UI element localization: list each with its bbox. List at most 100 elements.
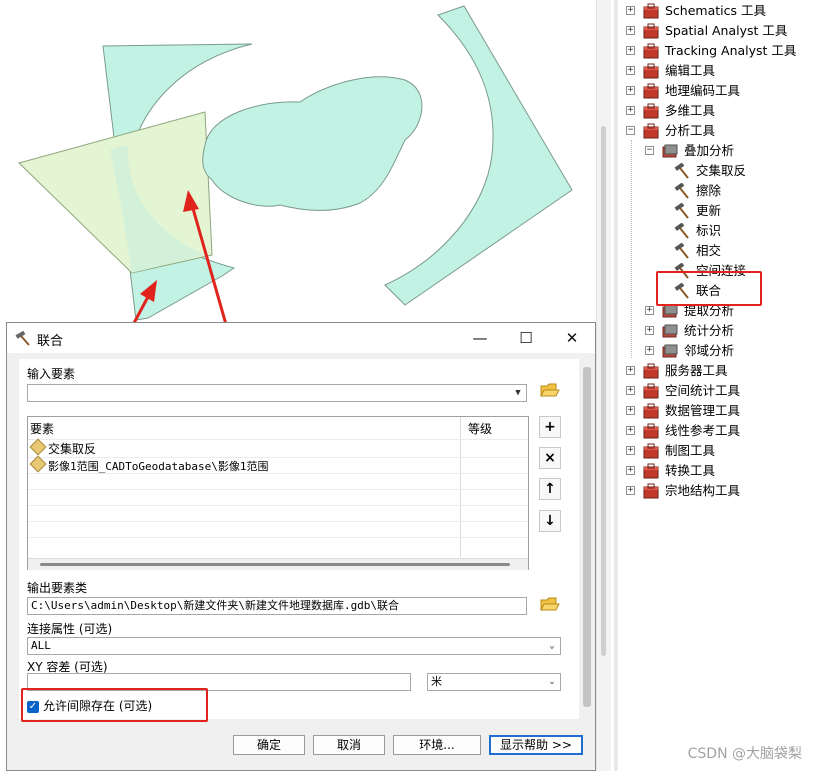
toolbox-toolset-item[interactable]: + 统计分析 — [620, 321, 814, 341]
remove-row-button[interactable]: × — [539, 447, 561, 469]
tree-item-label: 地理编码工具 — [665, 83, 741, 98]
tree-item-label: 多维工具 — [665, 103, 716, 118]
toolbox-item[interactable]: + 宗地结构工具 — [620, 481, 814, 501]
expand-icon[interactable]: + — [626, 446, 635, 455]
collapse-icon[interactable]: − — [626, 126, 635, 135]
expand-icon[interactable]: + — [626, 66, 635, 75]
expand-icon[interactable]: + — [626, 86, 635, 95]
input-features-label: 输入要素 — [27, 367, 76, 381]
collapse-icon[interactable]: − — [645, 146, 654, 155]
tree-item-label: 更新 — [696, 203, 722, 218]
toolbox-item[interactable]: + 多维工具 — [620, 101, 814, 121]
toolbox-tool-item[interactable]: 交集取反 — [620, 161, 814, 181]
join-attributes-select[interactable]: ALL ⌄ — [27, 637, 561, 655]
toolbox-toolset-item[interactable]: − 叠加分析 — [620, 141, 814, 161]
watermark: CSDN @大脑袋梨 — [687, 746, 802, 762]
table-row[interactable]: 交集取反 — [29, 438, 97, 457]
expand-icon[interactable]: + — [645, 326, 654, 335]
tree-item-label: 线性参考工具 — [665, 423, 741, 438]
toolbox-item[interactable]: + 服务器工具 — [620, 361, 814, 381]
tree-item-label: 擦除 — [696, 183, 722, 198]
input-features-combo[interactable]: ▼ — [27, 384, 527, 402]
toolbox-tool-item[interactable]: 相交 — [620, 241, 814, 261]
column-header-rank[interactable]: 等级 — [468, 420, 492, 437]
toolbox-item[interactable]: + 转换工具 — [620, 461, 814, 481]
pane-divider[interactable] — [614, 0, 618, 771]
toolbox-toolset-item[interactable]: + 邻域分析 — [620, 341, 814, 361]
toolbox-item[interactable]: + 编辑工具 — [620, 61, 814, 81]
tree-item-label: 分析工具 — [665, 123, 716, 138]
expand-icon[interactable]: + — [626, 406, 635, 415]
table-row[interactable]: 影像1范围_CADToGeodatabase\影像1范围 — [29, 455, 269, 474]
row-feature-name: 影像1范围_CADToGeodatabase\影像1范围 — [48, 460, 269, 473]
expand-icon[interactable]: + — [626, 6, 635, 15]
chevron-down-icon[interactable]: ⌄ — [544, 674, 560, 690]
dialog-vertical-scrollbar[interactable] — [581, 359, 593, 719]
output-field[interactable]: C:\Users\admin\Desktop\新建文件夹\新建文件地理数据库.g… — [27, 597, 527, 615]
column-divider — [460, 417, 461, 557]
tree-item-label: 制图工具 — [665, 443, 716, 458]
toolbox-icon — [643, 403, 659, 419]
toolbox-item[interactable]: + 制图工具 — [620, 441, 814, 461]
dialog-titlebar[interactable]: 联合 — ☐ ✕ — [7, 323, 595, 353]
toolset-icon — [662, 344, 678, 358]
expand-icon[interactable]: + — [626, 486, 635, 495]
dialog-content: 输入要素 ▼ 要素 等级 交集取反 影像1范围_CADToGeodatabase… — [19, 359, 579, 719]
table-horizontal-scrollbar[interactable] — [28, 558, 528, 570]
toolbox-item[interactable]: + Spatial Analyst 工具 — [620, 21, 814, 41]
chevron-down-icon[interactable]: ⌄ — [544, 638, 560, 654]
grid-line — [28, 489, 528, 490]
add-row-button[interactable]: + — [539, 416, 561, 438]
expand-icon[interactable]: + — [626, 426, 635, 435]
toolbox-tool-item[interactable]: 擦除 — [620, 181, 814, 201]
tree-item-label: 空间统计工具 — [665, 383, 741, 398]
move-down-button[interactable]: ↓ — [539, 510, 561, 532]
toolbox-item[interactable]: + 空间统计工具 — [620, 381, 814, 401]
toolbox-icon — [643, 463, 659, 479]
toolbox-item[interactable]: + Schematics 工具 — [620, 1, 814, 21]
map-vertical-scrollbar[interactable] — [596, 0, 611, 771]
expand-icon[interactable]: + — [626, 26, 635, 35]
expand-icon[interactable]: + — [645, 346, 654, 355]
chevron-down-icon[interactable]: ▼ — [510, 385, 526, 401]
input-features-table[interactable]: 要素 等级 交集取反 影像1范围_CADToGeodatabase\影像1范围 — [27, 416, 529, 570]
toolbox-item[interactable]: + 线性参考工具 — [620, 421, 814, 441]
toolbox-item[interactable]: + 数据管理工具 — [620, 401, 814, 421]
tree-item-label: 转换工具 — [665, 463, 716, 478]
expand-icon[interactable]: + — [626, 466, 635, 475]
toolbox-icon — [643, 3, 659, 19]
highlight-union-tool — [656, 271, 762, 306]
move-up-button[interactable]: ↑ — [539, 478, 561, 500]
toolbox-item[interactable]: + 地理编码工具 — [620, 81, 814, 101]
show-help-button[interactable]: 显示帮助 >> — [489, 735, 583, 755]
expand-icon[interactable]: + — [645, 306, 654, 315]
toolbox-item[interactable]: − 分析工具 — [620, 121, 814, 141]
toolbox-item[interactable]: + Tracking Analyst 工具 — [620, 41, 814, 61]
cancel-button[interactable]: 取消 — [313, 735, 385, 755]
scrollbar-thumb[interactable] — [40, 563, 510, 566]
toolbox-icon — [643, 23, 659, 39]
close-button[interactable]: ✕ — [549, 323, 595, 353]
toolbox-icon — [643, 383, 659, 399]
xy-tolerance-unit-select[interactable]: 米 ⌄ — [427, 673, 561, 691]
scrollbar-thumb[interactable] — [601, 126, 606, 656]
column-header-feature[interactable]: 要素 — [30, 420, 54, 437]
hammer-icon — [674, 163, 689, 179]
ok-button[interactable]: 确定 — [233, 735, 305, 755]
environments-button[interactable]: 环境... — [393, 735, 481, 755]
open-folder-icon[interactable] — [539, 595, 561, 617]
open-folder-icon[interactable] — [539, 381, 561, 403]
join-attributes-value: ALL — [31, 639, 51, 652]
toolbox-tool-item[interactable]: 更新 — [620, 201, 814, 221]
expand-icon[interactable]: + — [626, 386, 635, 395]
toolbox-icon — [643, 483, 659, 499]
expand-icon[interactable]: + — [626, 106, 635, 115]
join-attributes-label: 连接属性 (可选) — [27, 622, 113, 636]
expand-icon[interactable]: + — [626, 366, 635, 375]
minimize-button[interactable]: — — [457, 323, 503, 353]
row-feature-name: 交集取反 — [48, 442, 97, 456]
expand-icon[interactable]: + — [626, 46, 635, 55]
scrollbar-thumb[interactable] — [583, 367, 591, 707]
toolbox-tool-item[interactable]: 标识 — [620, 221, 814, 241]
maximize-button[interactable]: ☐ — [503, 323, 549, 353]
